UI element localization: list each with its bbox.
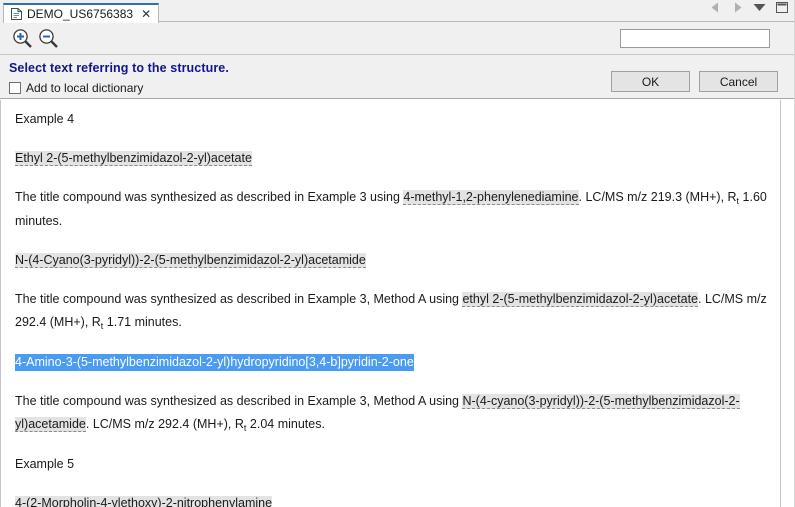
- document-heading[interactable]: Example 4: [15, 108, 773, 131]
- subscript-text: t: [101, 321, 104, 331]
- prompt-bar: Select text referring to the structure. …: [0, 55, 795, 99]
- paragraph-text: 2.04 minutes.: [246, 417, 325, 431]
- paragraph-text: The title compound was synthesized as de…: [15, 190, 403, 204]
- close-icon[interactable]: ✕: [140, 8, 152, 20]
- tab-demo-document[interactable]: DEMO_US6756383 ✕: [3, 3, 159, 23]
- vertical-scrollbar[interactable]: [780, 100, 795, 507]
- subscript-text: t: [737, 196, 740, 206]
- search-input[interactable]: [620, 29, 770, 48]
- document-paragraph[interactable]: The title compound was synthesized as de…: [15, 186, 773, 233]
- chemical-entity[interactable]: ethyl 2-(5-methylbenzimidazol-2-yl)aceta…: [462, 292, 698, 307]
- chemical-entity-line[interactable]: 4-(2-Morpholin-4-ylethoxy)-2-nitrophenyl…: [15, 492, 773, 507]
- document-heading[interactable]: Example 5: [15, 453, 773, 476]
- paragraph-text: . LC/MS m/z 292.4 (MH+), R: [86, 417, 244, 431]
- cancel-button[interactable]: Cancel: [699, 71, 778, 92]
- chevron-down-icon[interactable]: [753, 1, 766, 14]
- chemical-entity[interactable]: N-(4-Cyano(3-pyridyl))-2-(5-methylbenzim…: [15, 253, 366, 268]
- paragraph-text: 1.71 minutes.: [103, 315, 182, 329]
- zoom-out-icon[interactable]: [35, 26, 61, 50]
- chemical-entity-line[interactable]: Ethyl 2-(5-methylbenzimidazol-2-yl)aceta…: [15, 147, 773, 170]
- chemical-entity-line[interactable]: N-(4-Cyano(3-pyridyl))-2-(5-methylbenzim…: [15, 249, 773, 272]
- paragraph-text: The title compound was synthesized as de…: [15, 292, 462, 306]
- add-to-local-dictionary-checkbox[interactable]: [9, 82, 21, 94]
- heading-text: Example 4: [15, 112, 74, 126]
- selected-chemical-entity-line[interactable]: 4-Amino-3-(5-methylbenzimidazol-2-yl)hyd…: [15, 351, 773, 374]
- dialog-buttons: OK Cancel: [611, 71, 778, 92]
- structure-text-selector-window: DEMO_US6756383 ✕: [0, 0, 795, 507]
- document-paragraph[interactable]: The title compound was synthesized as de…: [15, 390, 773, 437]
- tab-strip-controls: [709, 0, 795, 22]
- document-text[interactable]: Example 4 Ethyl 2-(5-methylbenzimidazol-2…: [1, 100, 795, 507]
- tab-strip: DEMO_US6756383 ✕: [0, 0, 795, 22]
- chemical-entity[interactable]: 4-(2-Morpholin-4-ylethoxy)-2-nitrophenyl…: [15, 496, 272, 507]
- paragraph-text: . LC/MS m/z 219.3 (MH+), R: [579, 190, 737, 204]
- heading-text: Example 5: [15, 457, 74, 471]
- document-pane[interactable]: Example 4 Ethyl 2-(5-methylbenzimidazol-2…: [0, 99, 795, 507]
- toolbar: [0, 22, 795, 55]
- maximize-icon[interactable]: [775, 1, 788, 14]
- document-paragraph[interactable]: The title compound was synthesized as de…: [15, 288, 773, 335]
- triangle-right-icon[interactable]: [731, 1, 744, 14]
- add-to-local-dictionary-label: Add to local dictionary: [26, 81, 143, 95]
- selected-text[interactable]: 4-Amino-3-(5-methylbenzimidazol-2-yl)hyd…: [15, 354, 414, 371]
- chemical-entity[interactable]: Ethyl 2-(5-methylbenzimidazol-2-yl)aceta…: [15, 151, 252, 166]
- zoom-in-icon[interactable]: [9, 26, 35, 50]
- ok-button[interactable]: OK: [611, 71, 690, 92]
- paragraph-text: The title compound was synthesized as de…: [15, 394, 462, 408]
- tab-strip-filler: [159, 0, 709, 22]
- triangle-left-icon[interactable]: [709, 1, 722, 14]
- tab-label: DEMO_US6756383: [27, 7, 133, 21]
- chemical-entity[interactable]: 4-methyl-1,2-phenylenediamine: [403, 190, 578, 205]
- document-icon: [11, 8, 22, 20]
